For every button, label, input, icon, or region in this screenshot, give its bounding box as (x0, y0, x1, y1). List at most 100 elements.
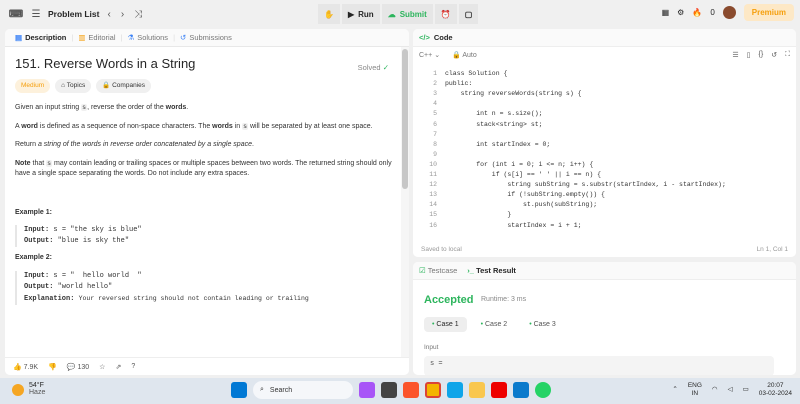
case-3-tab[interactable]: • Case 3 (521, 317, 564, 332)
file-explorer-icon[interactable] (469, 382, 485, 398)
topics-chip[interactable]: ⌂ Topics (55, 78, 92, 93)
input-value: s = (424, 356, 774, 375)
premium-button[interactable]: Premium (743, 4, 794, 21)
code-title: Code (433, 33, 453, 42)
layout-icon[interactable]: ▦ (662, 8, 670, 17)
avatar[interactable] (722, 6, 736, 19)
example-2-box: Input: s = " hello world " Output: "worl… (15, 270, 395, 305)
tab-test-result[interactable]: ›_ Test Result (467, 266, 516, 275)
run-button[interactable]: ▶ Run (341, 4, 380, 24)
example-1-input: s = "the sky is blue" (53, 226, 142, 234)
saved-status: Saved to local (421, 245, 462, 253)
input-label: Input (424, 344, 439, 351)
settings-icon[interactable]: ⚙ (677, 8, 684, 17)
code-line: } (445, 211, 512, 219)
wifi-icon[interactable]: ◠ (712, 386, 718, 394)
tab-submissions[interactable]: ↺ Submissions (175, 33, 237, 42)
next-problem-icon[interactable]: › (121, 9, 124, 20)
bookmark-icon[interactable]: ▯ (747, 51, 751, 59)
tab-solutions[interactable]: ⚗ Solutions (122, 33, 173, 42)
chrome-icon[interactable] (425, 382, 441, 398)
leetcode-logo-icon[interactable]: ⌨ (8, 6, 24, 22)
problem-title: 151. Reverse Words in a String (15, 56, 196, 71)
debug-button[interactable]: ✋ (318, 4, 340, 24)
battery-icon[interactable]: ▭ (743, 386, 749, 394)
line-number: 2 (433, 80, 437, 88)
timer-button[interactable]: ⏰ (434, 4, 457, 24)
tab-description[interactable]: ▤ Description (10, 33, 71, 42)
braces-icon[interactable]: {} (759, 51, 764, 59)
youtube-icon[interactable] (491, 382, 507, 398)
brave-icon[interactable] (403, 382, 419, 398)
line-number: 11 (429, 171, 437, 178)
tab-description-label: Description (25, 33, 67, 42)
edge-icon[interactable] (447, 382, 463, 398)
code-line: st.push(subString); (445, 201, 598, 209)
comment-icon: 💬 (66, 363, 76, 371)
comment-count: 130 (77, 363, 90, 371)
weather-widget[interactable]: 54°F Haze (12, 382, 45, 396)
checkbox-icon: ☑ (419, 266, 426, 275)
whatsapp-icon[interactable] (535, 382, 551, 398)
copilot-icon[interactable] (359, 382, 375, 398)
prev-problem-icon[interactable]: ‹ (107, 9, 110, 20)
format-icon[interactable]: ☰ (732, 51, 738, 59)
book-icon: ▥ (78, 33, 86, 42)
code-icon: </> (419, 33, 430, 42)
comments-button[interactable]: 💬 130 (67, 363, 89, 371)
result-tab-bar: ☑ Testcase ›_ Test Result (413, 262, 796, 280)
code-panel: </> Code C++ ⌄ 🔒 Auto ☰ ▯ {} ↺ ⛶ 1 class S… (413, 29, 796, 257)
lock-icon: 🔒 (102, 81, 111, 89)
example-2-input: s = " hello world " (53, 271, 142, 280)
runtime-label: Runtime: 3 ms (481, 296, 527, 303)
example-1-title: Example 1: (15, 208, 52, 216)
task-view-icon[interactable] (381, 382, 397, 398)
difficulty-badge: Medium (15, 78, 51, 93)
language-select[interactable]: C++ ⌄ (419, 51, 440, 59)
temperature: 54°F (29, 382, 44, 389)
clock[interactable]: 20:07 03-02-2024 (759, 382, 792, 398)
submit-button[interactable]: ☁ Submit (381, 4, 433, 24)
problem-list-icon[interactable]: ☰ (28, 6, 44, 22)
case-1-tab[interactable]: • Case 1 (424, 317, 467, 332)
code-line: startIndex = i + 1; (445, 221, 582, 229)
companies-chip[interactable]: 🔒 Companies (96, 78, 151, 93)
reset-icon[interactable]: ↺ (771, 51, 777, 59)
paragraph-4: Note that s may contain leading or trail… (15, 159, 392, 177)
code-line: string subString = s.substr(startIndex, … (445, 181, 726, 189)
case-2-tab[interactable]: • Case 2 (473, 317, 516, 332)
tab-testcase[interactable]: ☑ Testcase (419, 266, 457, 275)
alarm-icon: ⏰ (440, 9, 451, 19)
search-box[interactable]: ⌕ Search (253, 381, 353, 399)
line-number: 4 (433, 100, 437, 108)
like-button[interactable]: 👍 7.9K (13, 363, 38, 371)
windows-start-icon[interactable] (231, 382, 247, 398)
volume-icon[interactable]: ◁ (728, 386, 733, 394)
problem-list-link[interactable]: Problem List (48, 9, 99, 19)
history-icon: ↺ (180, 33, 187, 42)
tab-editorial[interactable]: ▥ Editorial (73, 33, 120, 42)
vscode-icon[interactable] (513, 382, 529, 398)
notes-button[interactable]: ▢ (458, 4, 479, 24)
play-icon: ▶ (347, 9, 355, 19)
fullscreen-icon[interactable]: ⛶ (785, 51, 790, 59)
shuffle-icon[interactable]: ⤨ (134, 9, 142, 20)
tab-editorial-label: Editorial (88, 33, 116, 42)
example-2-title: Example 2: (15, 254, 52, 261)
auto-mode[interactable]: 🔒 Auto (452, 51, 477, 59)
language-indicator[interactable]: ENG IN (688, 382, 702, 398)
description-bottom-bar: 👍 7.9K 👎 💬 130 ☆ ⇗ ? (5, 357, 409, 375)
submit-label: Submit (399, 9, 427, 19)
help-icon[interactable]: ? (131, 363, 135, 370)
dislike-icon[interactable]: 👎 (48, 363, 57, 371)
star-icon[interactable]: ☆ (99, 363, 105, 371)
chevron-up-icon[interactable]: ⌃ (672, 386, 677, 394)
share-icon[interactable]: ⇗ (115, 363, 121, 371)
example-2-output: "world hello" (57, 282, 113, 291)
streak-icon[interactable]: 🔥 (692, 8, 702, 17)
description-scrollbar[interactable] (401, 47, 409, 375)
line-number: 16 (429, 221, 437, 229)
line-number: 15 (429, 211, 437, 219)
tab-submissions-label: Submissions (189, 33, 232, 42)
line-number: 7 (433, 130, 437, 138)
